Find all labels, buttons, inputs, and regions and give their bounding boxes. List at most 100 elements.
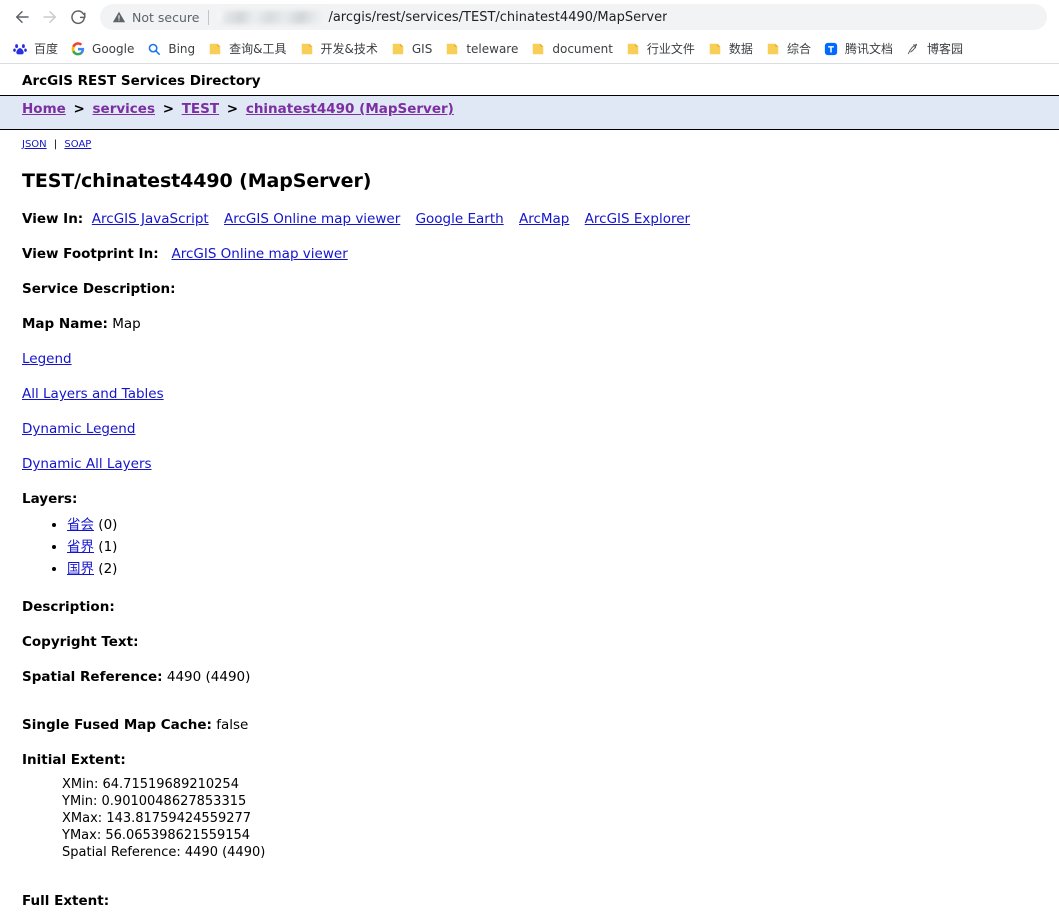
all-layers-and-tables-link[interactable]: All Layers and Tables — [22, 386, 164, 402]
bookmark-folder-industry-files[interactable]: 行业文件 — [619, 38, 701, 60]
bing-search-icon — [146, 41, 162, 57]
view-in-label: View In: — [22, 211, 84, 227]
spatial-reference-value: 4490 (4490) — [166, 669, 251, 685]
ymax-value: 56.065398621559154 — [105, 828, 251, 843]
bookmark-folder-teleware[interactable]: teleware — [438, 38, 524, 60]
bookmark-label: 查询&工具 — [229, 41, 287, 56]
all-layers-and-tables-link-row: All Layers and Tables — [22, 386, 1037, 402]
layer-link-2[interactable]: 国界 — [67, 561, 94, 577]
extent-sr-value: 4490 (4490) — [184, 845, 266, 860]
bookmark-folder-queries-tools[interactable]: 查询&工具 — [201, 38, 292, 60]
view-in-arcmap[interactable]: ArcMap — [519, 211, 569, 227]
bookmark-label: 腾讯文档 — [844, 41, 893, 56]
dynamic-legend-link[interactable]: Dynamic Legend — [22, 421, 135, 437]
single-fused-map-cache-value: false — [216, 717, 249, 733]
layer-index-2: (2) — [98, 561, 118, 577]
layer-index-0: (0) — [98, 517, 118, 533]
breadcrumb-separator: > — [226, 101, 239, 117]
xmax-value: 143.81759424559277 — [106, 811, 252, 826]
initial-extent-xmax-row: XMax: 143.81759424559277 — [62, 810, 1037, 827]
xmin-label: XMin: — [62, 777, 99, 792]
initial-extent-xmin-row: XMin: 64.71519689210254 — [62, 776, 1037, 793]
folder-icon — [207, 41, 223, 57]
bookmark-google[interactable]: Google — [64, 38, 140, 60]
view-footprint-in-label: View Footprint In: — [22, 246, 159, 262]
bookmark-label: teleware — [466, 41, 519, 56]
bookmark-label: Google — [92, 41, 135, 56]
bookmark-label: 博客园 — [926, 41, 963, 56]
bookmark-folder-general[interactable]: 综合 — [759, 38, 817, 60]
list-item: 省会 (0) — [67, 514, 1037, 536]
bookmark-folder-gis[interactable]: GIS — [384, 38, 438, 60]
folder-icon — [530, 41, 546, 57]
view-in-arcgis-online-map-viewer[interactable]: ArcGIS Online map viewer — [224, 211, 400, 227]
xmin-value: 64.71519689210254 — [102, 777, 239, 792]
bookmark-baidu[interactable]: 百度 — [6, 38, 64, 60]
map-name-label: Map Name: — [22, 316, 108, 332]
list-item: 国界 (2) — [67, 558, 1037, 580]
breadcrumb-item-test[interactable]: TEST — [182, 101, 219, 117]
initial-extent-ymax-row: YMax: 56.065398621559154 — [62, 827, 1037, 844]
map-name-row: Map Name: Map — [22, 316, 1037, 332]
ymin-label: YMin: — [62, 794, 98, 809]
bookmark-tencent-docs[interactable]: 腾讯文档 — [817, 38, 899, 60]
format-links: JSON | SOAP — [0, 130, 1059, 150]
initial-extent-heading: Initial Extent: — [22, 752, 1037, 768]
security-status-label: Not secure — [132, 9, 200, 25]
spatial-reference-row: Spatial Reference: 4490 (4490) — [22, 669, 1037, 685]
view-footprint-arcgis-online-map-viewer[interactable]: ArcGIS Online map viewer — [171, 246, 347, 262]
initial-extent-spatial-reference-row: Spatial Reference: 4490 (4490) — [62, 844, 1037, 861]
folder-icon — [299, 41, 315, 57]
bookmark-bing[interactable]: Bing — [140, 38, 201, 60]
tencent-docs-icon — [823, 41, 839, 57]
copyright-text-row: Copyright Text: — [22, 634, 1037, 650]
dynamic-all-layers-link[interactable]: Dynamic All Layers — [22, 456, 152, 472]
breadcrumb-item-home[interactable]: Home — [22, 101, 66, 117]
cnblogs-icon — [905, 41, 921, 57]
initial-extent-label: Initial Extent: — [22, 752, 126, 768]
json-link[interactable]: JSON — [22, 139, 47, 150]
legend-link-row: Legend — [22, 351, 1037, 367]
layer-link-0[interactable]: 省会 — [67, 517, 94, 533]
view-in-google-earth[interactable]: Google Earth — [416, 211, 504, 227]
layers-label: Layers: — [22, 491, 78, 507]
ymax-label: YMax: — [62, 828, 102, 843]
description-row: Description: — [22, 599, 1037, 615]
back-arrow-icon[interactable] — [8, 3, 36, 31]
url-path-text: /arcgis/rest/services/TEST/chinatest4490… — [328, 9, 668, 25]
bookmark-label: 数据 — [728, 41, 753, 56]
dynamic-all-layers-link-row: Dynamic All Layers — [22, 456, 1037, 472]
service-description-row: Service Description: — [22, 281, 1037, 297]
folder-icon — [707, 41, 723, 57]
view-in-arcgis-javascript[interactable]: ArcGIS JavaScript — [92, 211, 209, 227]
breadcrumb-separator: > — [162, 101, 175, 117]
view-in-arcgis-explorer[interactable]: ArcGIS Explorer — [585, 211, 690, 227]
redacted-host-blur — [218, 10, 327, 24]
format-separator: | — [53, 139, 58, 150]
bookmark-folder-data[interactable]: 数据 — [701, 38, 759, 60]
layers-list: 省会 (0) 省界 (1) 国界 (2) — [22, 514, 1037, 580]
bookmark-cnblogs[interactable]: 博客园 — [899, 38, 969, 60]
forward-arrow-icon[interactable] — [36, 3, 64, 31]
layer-link-1[interactable]: 省界 — [67, 539, 94, 555]
dynamic-legend-link-row: Dynamic Legend — [22, 421, 1037, 437]
service-content: TEST/chinatest4490 (MapServer) View In: … — [0, 170, 1059, 909]
bookmark-folder-document[interactable]: document — [524, 38, 619, 60]
soap-link[interactable]: SOAP — [64, 139, 91, 150]
layers-heading: Layers: — [22, 491, 1037, 507]
view-in-row: View In: ArcGIS JavaScript ArcGIS Online… — [22, 211, 1037, 227]
omnibox-divider — [208, 9, 210, 25]
not-secure-warning-icon[interactable] — [112, 10, 126, 24]
address-bar[interactable]: Not secure /arcgis/rest/services/TEST/ch… — [100, 4, 1047, 30]
bookmark-folder-dev-tech[interactable]: 开发&技术 — [293, 38, 384, 60]
site-header-title: ArcGIS REST Services Directory — [22, 73, 261, 89]
breadcrumb-item-chinatest4490[interactable]: chinatest4490 (MapServer) — [246, 101, 454, 117]
arcgis-rest-directory-page: ArcGIS REST Services Directory Home > se… — [0, 64, 1059, 916]
initial-extent-values: XMin: 64.71519689210254 YMin: 0.90100486… — [22, 776, 1037, 861]
legend-link[interactable]: Legend — [22, 351, 72, 367]
breadcrumb-item-services[interactable]: services — [93, 101, 155, 117]
full-extent-heading: Full Extent: — [22, 893, 1037, 909]
list-item: 省界 (1) — [67, 536, 1037, 558]
reload-icon[interactable] — [64, 3, 92, 31]
bookmark-label: 综合 — [786, 41, 811, 56]
